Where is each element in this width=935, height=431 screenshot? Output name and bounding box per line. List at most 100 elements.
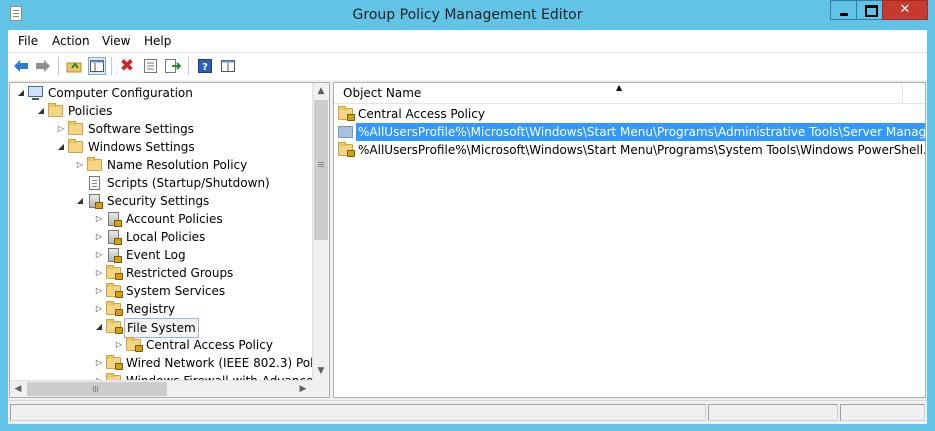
tree-item-label: Software Settings — [88, 122, 194, 136]
scroll-left-icon[interactable]: ◀ — [10, 381, 26, 397]
tree-item-label: Account Policies — [126, 212, 223, 226]
details-pane[interactable]: Object Name ▲ Central Access Policy %All… — [333, 82, 926, 398]
tree-item-label: Policies — [68, 104, 113, 118]
locked-folder-icon — [106, 301, 123, 316]
column-divider[interactable] — [902, 83, 903, 103]
tree-item-label: Windows Settings — [88, 140, 195, 154]
export-list-button[interactable] — [164, 57, 182, 75]
content-area: ◢ Computer Configuration ◢ Policies ▷ So… — [8, 80, 927, 400]
tree-item-label: Name Resolution Policy — [107, 158, 248, 172]
tree-item-label: Restricted Groups — [126, 266, 234, 280]
forward-button[interactable] — [34, 57, 52, 75]
tree-item-label: File System — [124, 318, 199, 338]
menu-bar: File Action View Help — [8, 30, 927, 52]
scroll-up-icon[interactable]: ▲ — [313, 83, 329, 100]
properties-button[interactable] — [141, 57, 159, 75]
expand-arrow-icon[interactable]: ▷ — [94, 300, 104, 318]
window-title: Group Policy Management Editor — [352, 7, 583, 23]
up-folder-icon — [66, 62, 82, 73]
locked-folder-icon — [338, 142, 355, 157]
back-button[interactable] — [12, 57, 30, 75]
locked-folder-icon — [338, 106, 355, 121]
tree-item-label: Local Policies — [126, 230, 206, 244]
menu-file[interactable]: File — [18, 34, 38, 48]
collapse-arrow-icon[interactable]: ◢ — [16, 84, 26, 102]
expand-arrow-icon[interactable]: ▷ — [94, 246, 104, 264]
expand-arrow-icon[interactable]: ▷ — [94, 210, 104, 228]
scrollbar-corner — [312, 380, 329, 397]
help-button[interactable]: ? — [196, 57, 214, 75]
column-header-object-name[interactable]: Object Name ▲ — [334, 83, 925, 104]
expand-arrow-icon[interactable]: ▷ — [94, 264, 104, 282]
locked-folder-icon — [106, 283, 123, 298]
folder-icon — [68, 121, 83, 135]
scroll-thumb[interactable] — [314, 100, 328, 240]
locked-folder-icon — [126, 337, 143, 352]
grip-icon — [318, 162, 324, 163]
export-list-icon — [165, 59, 181, 73]
sort-ascending-icon: ▲ — [616, 83, 623, 92]
scroll-thumb[interactable] — [27, 382, 167, 396]
tree-item-label: Computer Configuration — [48, 86, 193, 100]
list-item-name: %AllUsersProfile%\Microsoft\Windows\Star… — [358, 143, 926, 157]
menu-action[interactable]: Action — [52, 34, 90, 48]
status-cell — [840, 404, 925, 421]
show-hide-tree-button[interactable] — [88, 57, 106, 75]
up-one-level-button[interactable] — [65, 57, 83, 75]
tree-item-label: Event Log — [126, 248, 186, 262]
scroll-down-icon[interactable]: ▼ — [313, 363, 329, 380]
collapse-arrow-icon[interactable]: ◢ — [56, 138, 66, 156]
console-tree[interactable]: ◢ Computer Configuration ◢ Policies ▷ So… — [9, 82, 330, 398]
tree-item-label: Security Settings — [107, 194, 210, 208]
toolbar-separator — [188, 57, 189, 75]
tree-item-label: Central Access Policy — [146, 338, 273, 352]
menu-view[interactable]: View — [102, 34, 130, 48]
properties-icon — [143, 59, 157, 73]
expand-arrow-icon[interactable]: ▷ — [75, 156, 85, 174]
folder-icon — [87, 157, 102, 171]
folder-icon — [68, 139, 83, 153]
computer-icon — [28, 86, 43, 100]
help-icon: ? — [198, 59, 212, 73]
collapse-arrow-icon[interactable]: ◢ — [36, 102, 46, 120]
title-bar: Group Policy Management Editor ✕ — [0, 0, 935, 30]
tree-item-label: System Services — [126, 284, 226, 298]
list-item-name: Central Access Policy — [358, 107, 485, 121]
view-button[interactable] — [219, 57, 237, 75]
tree-vertical-scrollbar[interactable]: ▲ ▼ — [312, 83, 329, 380]
locked-folder-icon — [106, 355, 123, 370]
toolbar-separator — [58, 57, 59, 75]
minimize-button[interactable] — [830, 0, 857, 20]
folder-icon — [48, 103, 63, 117]
locked-folder-icon — [106, 319, 123, 334]
forward-arrow-icon — [36, 60, 50, 72]
script-icon — [89, 176, 100, 190]
back-arrow-icon — [14, 60, 28, 72]
menu-help[interactable]: Help — [144, 34, 171, 48]
app-window: Group Policy Management Editor ✕ File Ac… — [0, 0, 935, 431]
status-bar — [8, 400, 927, 424]
tree-item-label: Scripts (Startup/Shutdown) — [107, 176, 270, 190]
maximize-button[interactable] — [856, 0, 883, 20]
scroll-right-icon[interactable]: ▶ — [295, 381, 311, 397]
expand-arrow-icon[interactable]: ▷ — [94, 282, 104, 300]
grip-icon — [93, 386, 94, 392]
expand-arrow-icon[interactable]: ▷ — [94, 228, 104, 246]
show-hide-tree-icon — [90, 60, 104, 72]
security-settings-icon — [89, 194, 103, 209]
expand-arrow-icon[interactable]: ▷ — [94, 354, 104, 372]
policy-icon — [108, 230, 122, 245]
delete-button[interactable]: ✖ — [118, 56, 136, 76]
expand-arrow-icon[interactable]: ▷ — [114, 336, 124, 354]
collapse-arrow-icon[interactable]: ◢ — [94, 318, 104, 336]
expand-arrow-icon[interactable]: ▷ — [56, 120, 66, 138]
locked-folder-icon — [106, 265, 123, 280]
close-button[interactable]: ✕ — [882, 0, 928, 20]
list-item-name: %AllUsersProfile%\Microsoft\Windows\Star… — [356, 123, 925, 141]
collapse-arrow-icon[interactable]: ◢ — [75, 192, 85, 210]
status-cell — [10, 404, 706, 421]
toolbar: ✖ ? — [8, 52, 927, 80]
status-cell — [708, 404, 838, 421]
tree-horizontal-scrollbar[interactable]: ◀ ▶ — [10, 380, 329, 397]
tree-item-label: Registry — [126, 302, 176, 316]
